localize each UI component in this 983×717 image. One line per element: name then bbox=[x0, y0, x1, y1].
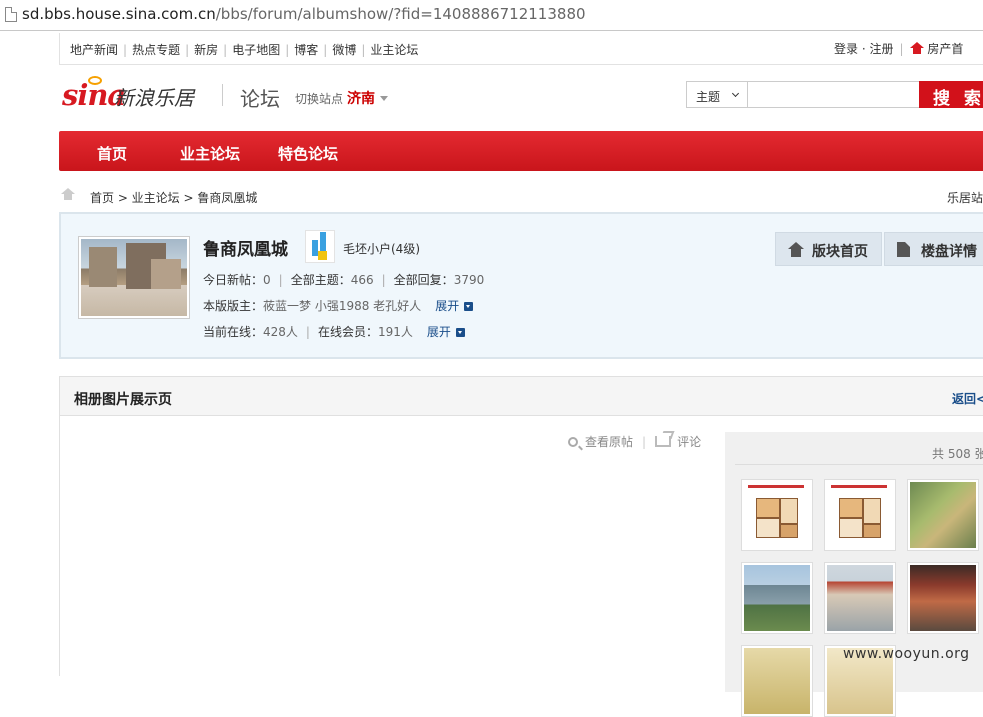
breadcrumb-path[interactable]: 首页 > 业主论坛 > 鲁商凤凰城 bbox=[90, 189, 257, 206]
top-link-map[interactable]: 电子地图 bbox=[232, 43, 280, 57]
total-topics: 466 bbox=[350, 273, 374, 287]
thumbnail-floorplan-1[interactable] bbox=[741, 479, 813, 551]
thumbnail-floorplan-2[interactable] bbox=[824, 479, 896, 551]
home-icon bbox=[909, 42, 924, 54]
forum-online: 当前在线：428人 | 在线会员：191人 展开 bbox=[203, 323, 465, 340]
top-link-newhome[interactable]: 新房 bbox=[194, 43, 218, 57]
expand-moderators-link[interactable]: 展开 bbox=[435, 299, 474, 313]
switch-label: 切换站点 bbox=[295, 92, 344, 106]
current-city: 济南 bbox=[347, 91, 376, 107]
top-link-weibo[interactable]: 微博 bbox=[332, 43, 356, 57]
logo-divider bbox=[222, 84, 223, 106]
url-text[interactable]: sd.bbs.house.sina.com.cn/bbs/forum/album… bbox=[22, 5, 586, 23]
forum-moderators: 本版版主：莜蓝一梦 小强1988 老孔好人 展开 bbox=[203, 297, 474, 314]
today-posts: 0 bbox=[263, 273, 271, 287]
chevron-down-icon bbox=[380, 96, 389, 101]
online-members: 191人 bbox=[377, 325, 413, 339]
thumbnail-siteplan[interactable] bbox=[907, 479, 979, 551]
photo-tools: 查看原帖 | 评论 bbox=[568, 433, 701, 450]
online-count: 428人 bbox=[263, 325, 298, 339]
browser-address-bar[interactable]: sd.bbs.house.sina.com.cn/bbs/forum/album… bbox=[0, 0, 983, 31]
search-type-select[interactable]: 主题 bbox=[686, 81, 748, 108]
album-body: 查看原帖 | 评论 共 508 张 bbox=[59, 416, 983, 717]
comment-link[interactable]: 评论 bbox=[655, 435, 701, 449]
back-link[interactable]: 返回< bbox=[952, 390, 983, 407]
photo-count: 共 508 张 bbox=[932, 447, 983, 461]
forum-name: 鲁商凤凰城 bbox=[203, 240, 288, 260]
top-right-links: 登录 · 注册 | 房产首 bbox=[834, 42, 964, 56]
top-link-news[interactable]: 地产新闻 bbox=[70, 43, 118, 57]
search-button[interactable]: 搜 索 bbox=[919, 81, 983, 109]
main-nav: 首页 业主论坛 特色论坛 bbox=[59, 131, 983, 171]
forum-thumbnail[interactable] bbox=[78, 236, 190, 319]
thumbnail-photo-7[interactable] bbox=[741, 645, 813, 717]
breadcrumb: 首页 > 业主论坛 > 鲁商凤凰城 乐居站 bbox=[59, 187, 983, 207]
login-link[interactable]: 登录 bbox=[834, 42, 858, 56]
document-icon bbox=[897, 242, 910, 257]
album-title: 相册图片展示页 bbox=[74, 392, 172, 408]
top-link-owner-forum[interactable]: 业主论坛 bbox=[370, 43, 418, 57]
top-link-blog[interactable]: 博客 bbox=[294, 43, 318, 57]
expand-online-link[interactable]: 展开 bbox=[427, 325, 465, 339]
house-icon bbox=[788, 242, 804, 257]
nav-home[interactable]: 首页 bbox=[97, 143, 127, 164]
forum-level: 毛坯小户(4级) bbox=[343, 242, 420, 256]
property-detail-button[interactable]: 楼盘详情 bbox=[884, 232, 983, 266]
nav-owner-forum[interactable]: 业主论坛 bbox=[180, 143, 240, 164]
leju-station-link[interactable]: 乐居站 bbox=[947, 189, 983, 206]
thumbnail-aerial[interactable] bbox=[741, 562, 813, 634]
total-replies: 3790 bbox=[453, 273, 485, 287]
top-link-topics[interactable]: 热点专题 bbox=[132, 43, 180, 57]
leju-logo-text: 新浪乐居 bbox=[114, 86, 194, 110]
page-icon bbox=[5, 7, 17, 22]
home-icon[interactable] bbox=[61, 188, 75, 200]
top-links-bar: 地产新闻 | 热点专题 | 新房 | 电子地图 | 博客 | 微博 | 业主论坛 登录 · 注册 | 房产… bbox=[59, 33, 983, 65]
album-header: 相册图片展示页 返回< bbox=[59, 376, 983, 416]
chevron-down-icon bbox=[731, 89, 740, 98]
search-icon bbox=[568, 437, 578, 447]
thumbnail-event[interactable] bbox=[907, 562, 979, 634]
nav-featured-forum[interactable]: 特色论坛 bbox=[278, 143, 338, 164]
moderator-list[interactable]: 莜蓝一梦 小强1988 老孔好人 bbox=[263, 299, 421, 313]
forum-stats: 今日新帖：0 | 全部主题：466 | 全部回复：3790 bbox=[203, 273, 485, 287]
dropdown-icon bbox=[455, 328, 465, 337]
section-title: 论坛 bbox=[240, 87, 280, 111]
share-icon bbox=[655, 436, 672, 447]
thumbnail-sales-center[interactable] bbox=[824, 562, 896, 634]
board-home-button[interactable]: 版块首页 bbox=[775, 232, 882, 266]
sina-leju-logo[interactable]: sina 新浪乐居 bbox=[62, 76, 212, 116]
city-switcher[interactable]: 切换站点 济南 bbox=[295, 88, 389, 108]
view-original-link[interactable]: 查看原帖 bbox=[568, 435, 633, 449]
search-box: 主题 搜 索 bbox=[686, 81, 983, 109]
level-icon bbox=[305, 230, 335, 263]
search-input[interactable] bbox=[748, 81, 920, 108]
dropdown-icon bbox=[464, 302, 474, 311]
register-link[interactable]: 注册 bbox=[869, 42, 893, 56]
watermark: www.wooyun.org bbox=[843, 646, 970, 662]
forum-info-panel: 鲁商凤凰城 毛坯小户(4级) 今日新帖：0 | 全部主题：466 | 全部回复：3790… bbox=[59, 212, 983, 359]
top-links: 地产新闻 | 热点专题 | 新房 | 电子地图 | 博客 | 微博 | 业主论坛 bbox=[70, 43, 419, 57]
house-home-link[interactable]: 房产首 bbox=[927, 42, 963, 56]
sina-eye-icon bbox=[88, 76, 102, 85]
